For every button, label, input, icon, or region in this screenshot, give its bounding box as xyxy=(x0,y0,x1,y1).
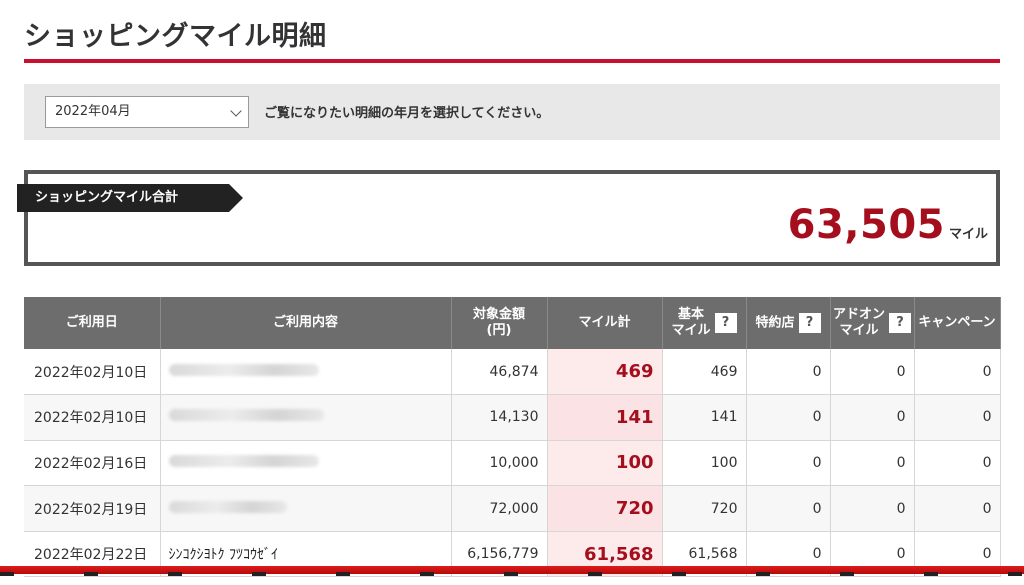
row-date: 2022年02月16日 xyxy=(24,440,161,487)
row-basic-miles: 469 xyxy=(662,349,747,396)
row-partner-miles: 0 xyxy=(746,485,831,532)
row-amount: 46,874 xyxy=(451,349,548,396)
torn-screenshot-edge xyxy=(0,566,1024,576)
redacted-text xyxy=(168,363,319,376)
row-addon-miles: 0 xyxy=(830,349,915,396)
row-campaign-miles: 0 xyxy=(914,440,1001,487)
row-content xyxy=(160,349,452,396)
header-addon-miles: アドオン マイル? xyxy=(830,297,915,349)
redacted-text xyxy=(168,409,324,422)
table-header-row: ご利用日 ご利用内容 対象金額 (円) マイル計 基本 マイル? 特約店? アドオ… xyxy=(24,297,1001,349)
row-miles-total: 100 xyxy=(547,440,663,487)
help-icon[interactable]: ? xyxy=(798,313,821,333)
header-amount: 対象金額 (円) xyxy=(451,297,548,349)
mile-total-value-wrap: 63,505 マイル xyxy=(788,202,988,248)
header-date: ご利用日 xyxy=(24,297,161,349)
title-divider xyxy=(24,59,1000,63)
row-miles-total: 141 xyxy=(547,394,663,441)
row-amount: 10,000 xyxy=(451,440,548,487)
row-date: 2022年02月10日 xyxy=(24,349,161,396)
mile-total-panel: ショッピングマイル合計 63,505 マイル xyxy=(17,170,1000,266)
row-content xyxy=(160,394,452,441)
row-basic-miles: 720 xyxy=(662,485,747,532)
table-row: 2022年02月16日 10,000 100 100 0 0 0 xyxy=(24,440,1001,487)
row-content xyxy=(160,440,452,487)
row-campaign-miles: 0 xyxy=(914,349,1001,396)
row-basic-miles: 100 xyxy=(662,440,747,487)
table-body: 2022年02月10日 46,874 469 469 0 0 0 2022年02月10日 14,… xyxy=(24,349,1001,578)
redacted-text xyxy=(168,500,287,513)
row-addon-miles: 0 xyxy=(830,394,915,441)
row-content xyxy=(160,485,452,532)
row-addon-miles: 0 xyxy=(830,440,915,487)
row-campaign-miles: 0 xyxy=(914,394,1001,441)
month-filter-bar: 2022年04月 ご覧になりたい明細の年月を選択してください。 xyxy=(24,84,1000,140)
row-amount: 72,000 xyxy=(451,485,548,532)
row-miles-total: 720 xyxy=(547,485,663,532)
help-icon[interactable]: ? xyxy=(714,313,737,333)
row-partner-miles: 0 xyxy=(746,440,831,487)
header-partner-store: 特約店? xyxy=(746,297,831,349)
header-miles-total: マイル計 xyxy=(547,297,663,349)
mile-total-label: ショッピングマイル合計 xyxy=(17,184,243,212)
header-campaign: キャンペーン xyxy=(914,297,1001,349)
row-addon-miles: 0 xyxy=(830,485,915,532)
month-select[interactable]: 2022年04月 xyxy=(45,96,249,128)
header-amount-line2: (円) xyxy=(486,323,512,338)
row-date: 2022年02月10日 xyxy=(24,394,161,441)
row-amount: 14,130 xyxy=(451,394,548,441)
row-partner-miles: 0 xyxy=(746,394,831,441)
filter-hint: ご覧になりたい明細の年月を選択してください。 xyxy=(264,106,550,121)
row-basic-miles: 141 xyxy=(662,394,747,441)
header-basic-miles: 基本 マイル? xyxy=(662,297,747,349)
table-row: 2022年02月10日 14,130 141 141 0 0 0 xyxy=(24,394,1001,441)
chevron-down-icon xyxy=(230,105,242,117)
header-addon-line2: マイル xyxy=(839,323,879,338)
mile-total-unit: マイル xyxy=(948,227,988,242)
header-content: ご利用内容 xyxy=(160,297,452,349)
header-amount-line1: 対象金額 xyxy=(472,307,525,323)
table-row: 2022年02月10日 46,874 469 469 0 0 0 xyxy=(24,349,1001,396)
table-row: 2022年02月19日 72,000 720 720 0 0 0 xyxy=(24,485,1001,532)
header-basic-line2: マイル xyxy=(671,323,711,338)
page-title: ショッピングマイル明細 xyxy=(24,21,327,52)
mile-total-value: 63,505 xyxy=(787,202,945,248)
header-partner-label: 特約店 xyxy=(755,315,795,331)
header-addon-line1: アドオン xyxy=(832,307,885,323)
redacted-text xyxy=(168,454,319,467)
mile-detail-table: ご利用日 ご利用内容 対象金額 (円) マイル計 基本 マイル? 特約店? アドオ… xyxy=(24,297,1001,578)
help-icon[interactable]: ? xyxy=(889,313,911,333)
row-partner-miles: 0 xyxy=(746,349,831,396)
row-date: 2022年02月19日 xyxy=(24,485,161,532)
row-campaign-miles: 0 xyxy=(914,485,1001,532)
month-select-value: 2022年04月 xyxy=(55,104,131,119)
header-basic-line1: 基本 xyxy=(677,307,704,323)
row-miles-total: 469 xyxy=(547,349,663,396)
